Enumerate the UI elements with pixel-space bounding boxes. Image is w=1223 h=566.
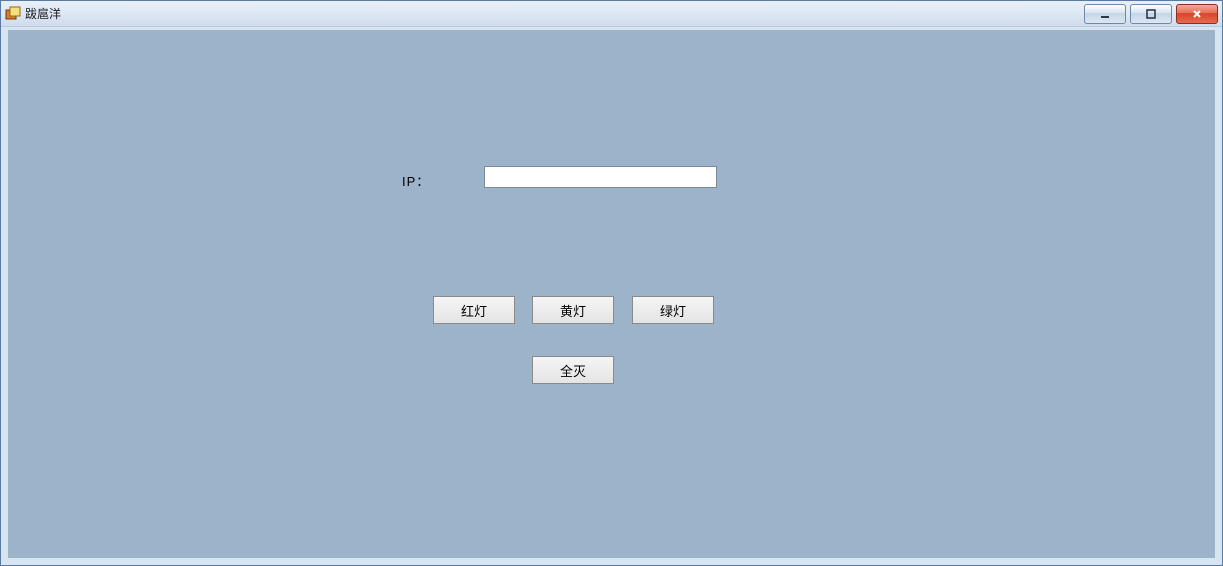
- title-bar: 跋扈洋: [1, 1, 1222, 27]
- window-controls: [1084, 4, 1218, 24]
- minimize-button[interactable]: [1084, 4, 1126, 24]
- all-off-button[interactable]: 全灭: [532, 356, 614, 384]
- window-frame: 跋扈洋 IP： 红灯 黄灯 绿灯 全灭: [0, 0, 1223, 566]
- ip-input[interactable]: [484, 166, 717, 188]
- form-icon: [5, 6, 21, 22]
- window-title: 跋扈洋: [25, 5, 1084, 22]
- green-light-button[interactable]: 绿灯: [632, 296, 714, 324]
- ip-label: IP：: [402, 171, 472, 190]
- client-area: IP： 红灯 黄灯 绿灯 全灭: [1, 27, 1222, 565]
- close-button[interactable]: [1176, 4, 1218, 24]
- maximize-button[interactable]: [1130, 4, 1172, 24]
- red-light-button[interactable]: 红灯: [433, 296, 515, 324]
- yellow-light-button[interactable]: 黄灯: [532, 296, 614, 324]
